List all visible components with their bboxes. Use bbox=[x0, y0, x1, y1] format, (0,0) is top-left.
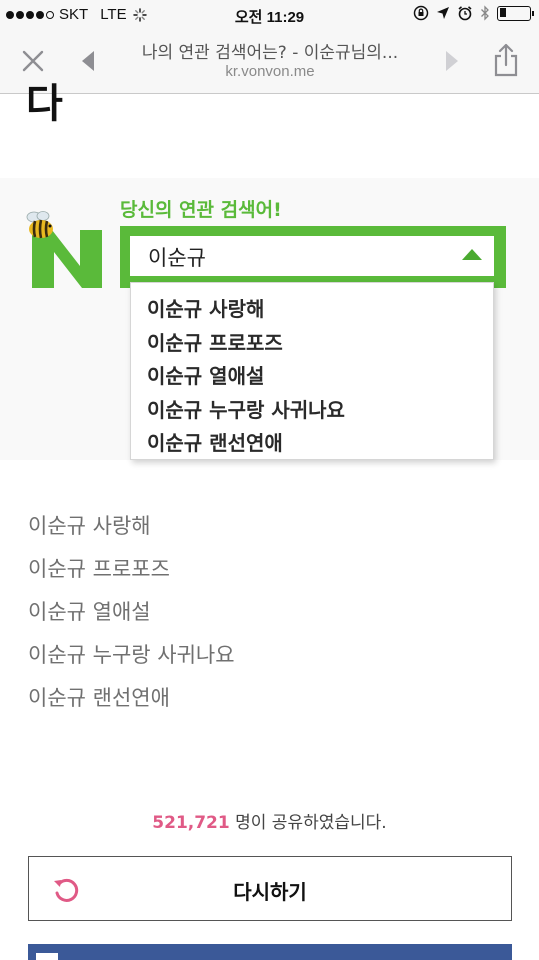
back-arrow-icon[interactable] bbox=[78, 48, 98, 74]
bluetooth-icon bbox=[481, 5, 489, 21]
battery-icon bbox=[497, 5, 534, 21]
share-count-text: 521,721 명이 공유하였습니다. bbox=[0, 808, 539, 833]
suggestion-dropdown: 이순규 사랑해 이순규 프로포즈 이순규 열애설 이순규 누구랑 사귀나요 이순… bbox=[130, 282, 494, 460]
suggestion-item: 이순규 프로포즈 bbox=[147, 330, 283, 355]
alarm-clock-icon bbox=[458, 6, 472, 21]
result-banner: 당신의 연관 검색어! 이순규 이순규 사랑해 이순규 프로포즈 이순규 열애설… bbox=[0, 178, 539, 460]
close-icon[interactable] bbox=[18, 46, 48, 76]
suggestion-item: 이순규 누구랑 사귀나요 bbox=[147, 397, 345, 422]
facebook-share-button[interactable] bbox=[28, 944, 512, 960]
page-heading-partial: 다 bbox=[26, 81, 63, 127]
url-host[interactable]: kr.vonvon.me bbox=[110, 63, 430, 80]
retry-button[interactable]: 다시하기 bbox=[28, 856, 512, 921]
share-count-suffix: 명이 공유하였습니다. bbox=[229, 813, 387, 833]
suggestion-item: 이순규 랜선연애 bbox=[147, 431, 283, 455]
location-arrow-icon bbox=[437, 7, 449, 19]
search-query: 이순규 bbox=[148, 246, 206, 270]
result-item: 이순규 사랑해 bbox=[28, 514, 151, 538]
facebook-logo bbox=[36, 953, 58, 960]
dropdown-arrow-icon bbox=[462, 249, 482, 260]
forward-arrow-icon[interactable] bbox=[442, 48, 462, 74]
result-item: 이순규 랜선연애 bbox=[28, 686, 170, 710]
result-item: 이순규 열애설 bbox=[28, 600, 151, 624]
search-box-frame: 이순규 bbox=[120, 226, 506, 288]
rotation-lock-icon bbox=[413, 5, 429, 21]
status-bar: SKT LTE 오전 11:29 bbox=[0, 0, 539, 30]
result-item: 이순규 누구랑 사귀나요 bbox=[28, 643, 235, 667]
bee-icon bbox=[26, 211, 53, 239]
status-right bbox=[413, 5, 534, 21]
retry-label: 다시하기 bbox=[233, 880, 307, 904]
result-list: 이순규 사랑해 이순규 프로포즈 이순규 열애설 이순규 누구랑 사귀나요 이순… bbox=[28, 508, 235, 723]
share-icon[interactable] bbox=[491, 42, 521, 78]
share-count-number: 521,721 bbox=[152, 813, 230, 833]
result-item: 이순규 프로포즈 bbox=[28, 557, 170, 581]
suggestion-item: 이순규 열애설 bbox=[147, 364, 265, 388]
banner-tagline: 당신의 연관 검색어! bbox=[120, 199, 282, 221]
page-title[interactable]: 나의 연관 검색어는? - 이순규님의... bbox=[110, 38, 430, 63]
suggestion-item: 이순규 사랑해 bbox=[147, 297, 265, 321]
search-box: 이순규 bbox=[130, 236, 494, 276]
browser-toolbar: 나의 연관 검색어는? - 이순규님의... kr.vonvon.me bbox=[0, 30, 539, 94]
